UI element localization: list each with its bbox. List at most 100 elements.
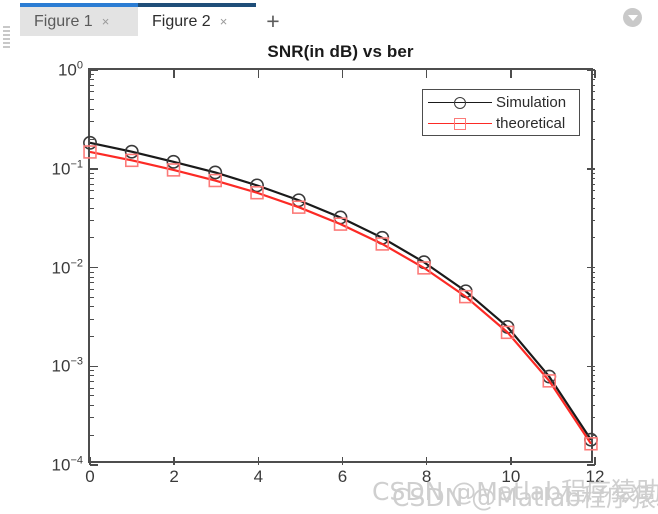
series-line-simulation	[89, 141, 592, 441]
y-axis-minor-tick	[591, 336, 595, 338]
y-axis-minor-tick	[90, 99, 94, 101]
dock-strip	[0, 0, 12, 512]
y-axis-minor-tick	[591, 84, 595, 86]
x-axis-tick	[257, 457, 260, 465]
y-axis-minor-tick	[90, 395, 94, 397]
y-axis-minor-tick	[591, 190, 595, 192]
x-axis-tick	[89, 70, 91, 78]
plot-title: SNR(in dB) vs ber	[267, 42, 414, 61]
y-axis-minor-tick	[90, 172, 94, 174]
y-axis-minor-tick	[591, 318, 595, 320]
figure-tab-bar: Figure 1 × Figure 2 × +	[12, 0, 658, 36]
x-axis-tick	[257, 70, 260, 78]
x-axis-tick	[594, 70, 596, 78]
y-axis-minor-tick	[90, 288, 94, 290]
y-axis-minor-tick	[591, 296, 595, 298]
y-axis-minor-tick	[591, 417, 595, 419]
y-axis-minor-tick	[90, 84, 94, 86]
tab-figure-2[interactable]: Figure 2 ×	[138, 3, 256, 36]
y-axis-minor-tick	[90, 138, 94, 140]
y-axis-minor-tick	[90, 271, 94, 273]
y-axis-minor-tick	[90, 276, 94, 278]
y-axis-tick	[90, 69, 98, 71]
y-axis-minor-tick	[591, 405, 595, 407]
y-axis-minor-tick	[90, 434, 94, 436]
y-axis-minor-tick	[90, 417, 94, 419]
y-axis-minor-tick	[90, 121, 94, 123]
y-axis-minor-tick	[591, 370, 595, 372]
y-axis-minor-tick	[591, 375, 595, 377]
y-axis-minor-tick	[90, 296, 94, 298]
y-axis-minor-tick	[591, 99, 595, 101]
y-axis-minor-tick	[591, 207, 595, 209]
y-axis-minor-tick	[591, 306, 595, 308]
legend-swatch-theoretical	[428, 114, 492, 134]
dock-grip-handle[interactable]	[3, 26, 10, 48]
tab-figure-1[interactable]: Figure 1 ×	[20, 3, 138, 36]
y-axis-minor-tick	[591, 108, 595, 110]
y-axis-label: 10−2	[51, 257, 83, 277]
y-axis-minor-tick	[90, 197, 94, 199]
add-tab-button[interactable]: +	[258, 8, 288, 34]
x-axis-tick	[425, 457, 428, 465]
x-axis-tick	[341, 457, 344, 465]
x-axis-tick	[341, 70, 344, 78]
y-axis-minor-tick	[90, 318, 94, 320]
x-axis-label: 4	[253, 467, 264, 486]
tab-figure-1-label: Figure 1	[34, 12, 93, 30]
y-axis-minor-tick	[90, 306, 94, 308]
y-axis-minor-tick	[591, 138, 595, 140]
y-axis-tick	[587, 168, 595, 170]
y-axis-minor-tick	[90, 177, 94, 179]
y-axis-minor-tick	[90, 282, 94, 284]
y-axis-minor-tick	[591, 172, 595, 174]
x-axis-tick	[89, 457, 91, 465]
y-axis-minor-tick	[90, 387, 94, 389]
legend-label-simulation: Simulation	[496, 94, 567, 111]
y-axis-minor-tick	[591, 434, 595, 436]
close-icon[interactable]: ×	[102, 15, 110, 28]
y-axis-label: 10−3	[51, 355, 83, 376]
y-axis-minor-tick	[591, 288, 595, 290]
plot-axes: Simulation theoretical 100 10−1 10−2 10−3 10…	[52, 60, 605, 486]
x-axis-tick	[173, 457, 175, 465]
y-axis-minor-tick	[591, 237, 595, 239]
y-axis-minor-tick	[90, 381, 94, 383]
plot-legend[interactable]: Simulation theoretical	[422, 89, 580, 136]
legend-item-theoretical: theoretical	[423, 113, 579, 134]
y-axis-minor-tick	[90, 183, 94, 185]
y-axis-minor-tick	[90, 237, 94, 239]
y-axis-tick	[587, 365, 595, 367]
y-axis-label: 10−4	[51, 454, 83, 475]
y-axis-label: 10−1	[51, 158, 83, 179]
y-axis-minor-tick	[591, 271, 595, 273]
chevron-down-icon[interactable]	[623, 8, 642, 27]
y-axis-minor-tick	[591, 197, 595, 199]
y-axis-minor-tick	[90, 336, 94, 338]
y-axis-minor-tick	[90, 190, 94, 192]
y-axis-minor-tick	[90, 108, 94, 110]
y-axis-minor-tick	[591, 79, 595, 81]
y-axis-minor-tick	[591, 183, 595, 185]
legend-swatch-simulation	[428, 93, 492, 113]
series-line-theoretical	[89, 150, 592, 445]
y-axis-minor-tick	[90, 405, 94, 407]
x-axis-tick	[173, 70, 175, 78]
y-axis-minor-tick	[591, 395, 595, 397]
y-axis-tick	[90, 464, 98, 466]
y-axis-minor-tick	[591, 276, 595, 278]
y-axis-minor-tick	[591, 387, 595, 389]
y-axis-minor-tick	[591, 282, 595, 284]
y-axis-minor-tick	[591, 121, 595, 123]
y-axis-minor-tick	[591, 177, 595, 179]
x-axis-label: 2	[169, 467, 179, 486]
x-axis-tick	[425, 70, 428, 78]
matlab-figure-window: Figure 1 × Figure 2 × + SNR(in dB) vs be…	[0, 0, 658, 512]
y-axis-minor-tick	[90, 375, 94, 377]
x-axis-tick	[510, 457, 512, 465]
watermark-text-shadow: CSDN @Matlab程序猿助手	[392, 483, 658, 512]
y-axis-label: 100	[57, 59, 83, 80]
y-axis-minor-tick	[591, 219, 595, 221]
close-icon[interactable]: ×	[220, 15, 228, 28]
legend-item-simulation: Simulation	[423, 92, 579, 113]
